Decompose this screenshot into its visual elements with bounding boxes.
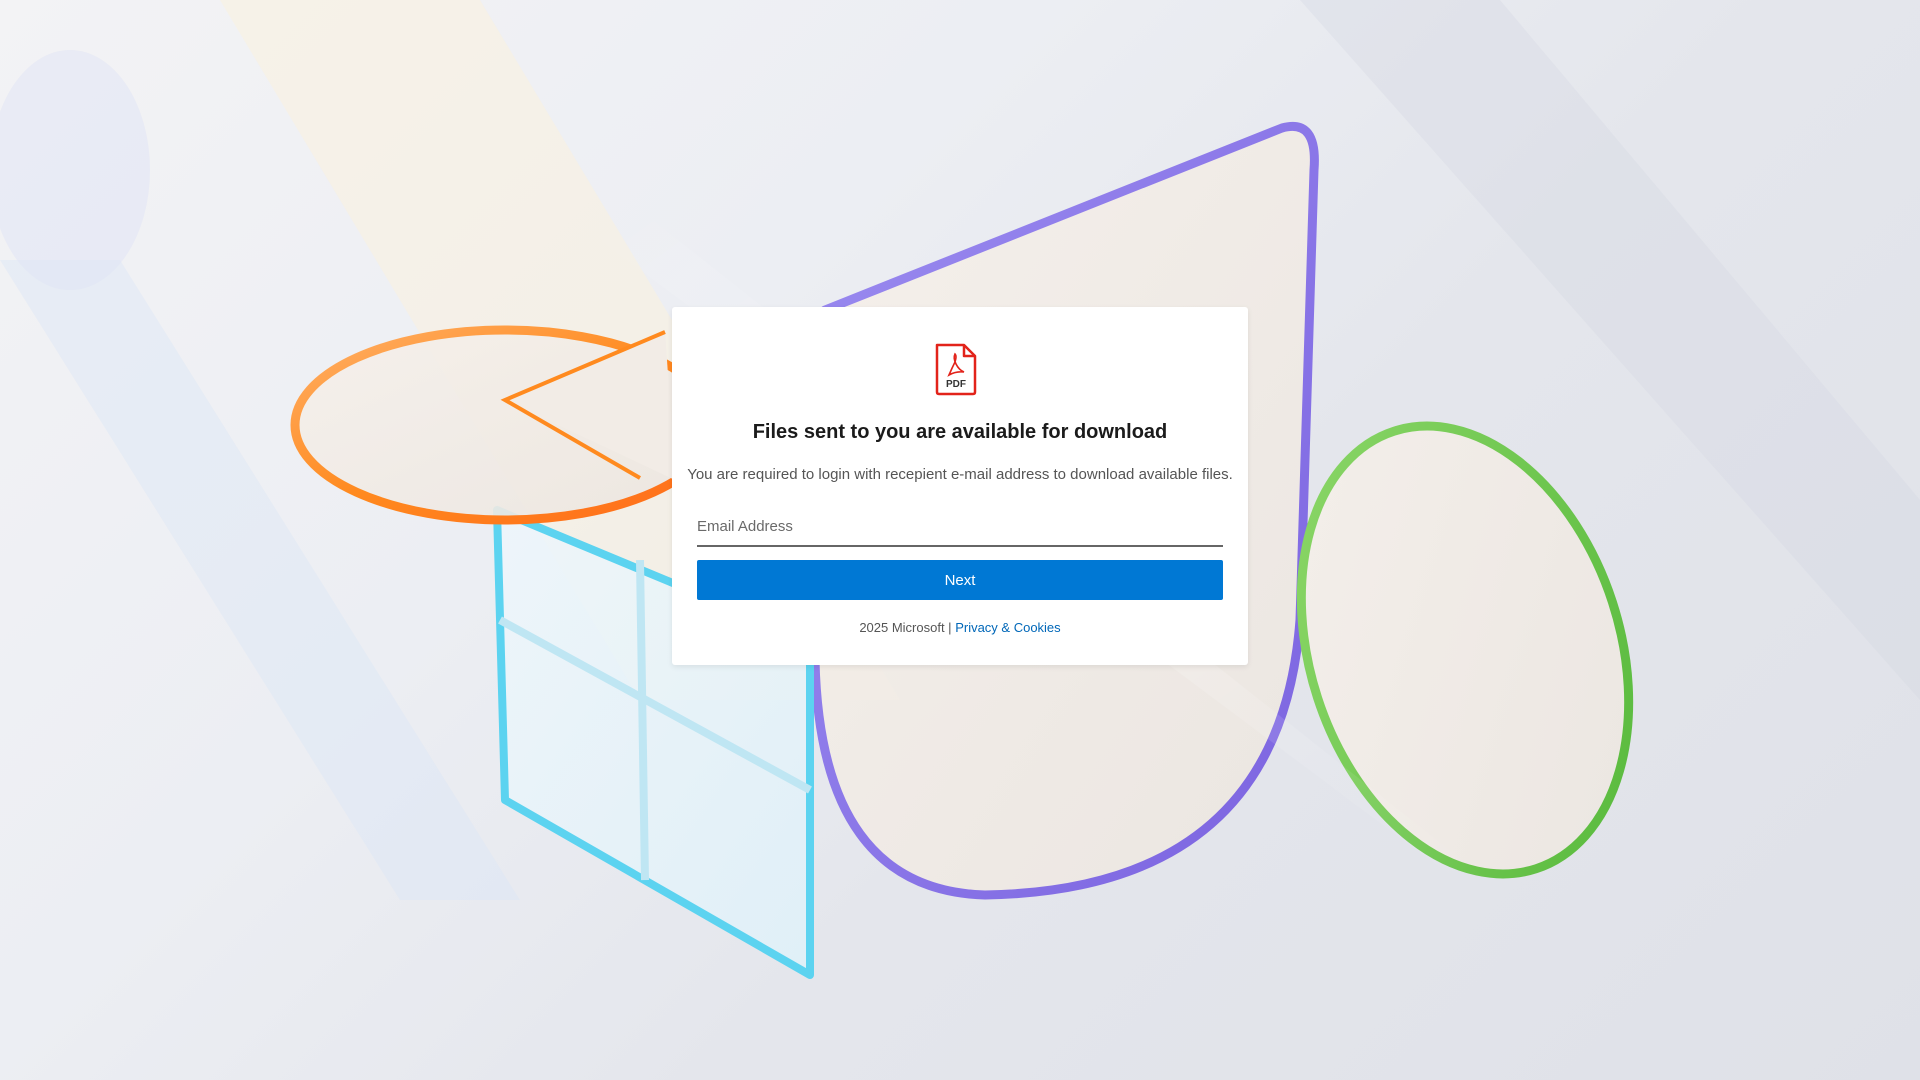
pdf-file-icon: PDF — [935, 343, 977, 396]
pdf-icon-label: PDF — [946, 379, 966, 390]
privacy-cookies-link[interactable]: Privacy & Cookies — [955, 620, 1060, 635]
email-field-container — [697, 507, 1223, 547]
login-card: PDF Files sent to you are available for … — [672, 307, 1248, 665]
next-button[interactable]: Next — [697, 560, 1223, 600]
page-title: Files sent to you are available for down… — [752, 421, 1168, 443]
instruction-text: You are required to login with recepient… — [687, 466, 1233, 483]
email-field[interactable] — [697, 507, 1223, 545]
copyright-text: 2025 Microsoft | — [859, 620, 956, 635]
footer: 2025 Microsoft | Privacy & Cookies — [672, 620, 1248, 635]
